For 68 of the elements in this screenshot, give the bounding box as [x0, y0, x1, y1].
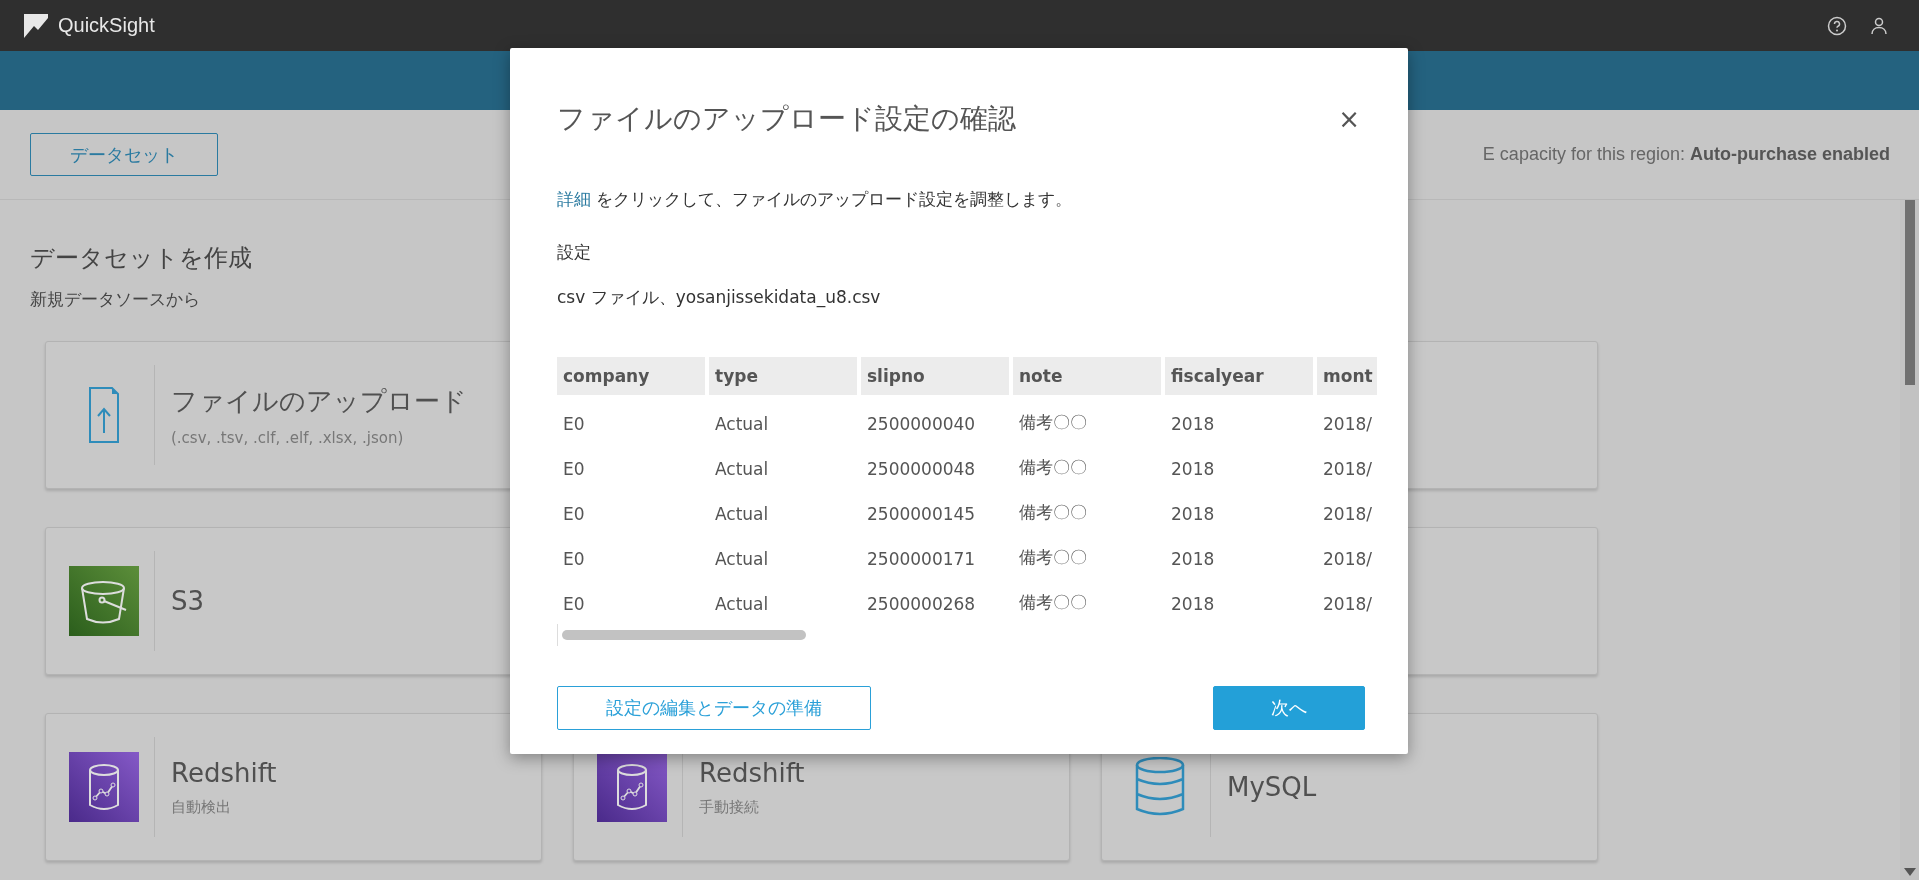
- table-cell-text: Actual: [714, 548, 770, 571]
- column-header: company: [557, 357, 705, 395]
- table-cell-text: 備考〇〇: [1018, 411, 1088, 434]
- table-cell-text: 2018: [1170, 503, 1216, 526]
- table-cell-text: Actual: [714, 503, 770, 526]
- file-upload-icon: [89, 387, 119, 443]
- table-cell-text: E0: [562, 548, 586, 571]
- source-title: Redshift: [699, 757, 805, 788]
- column-header: note: [1013, 357, 1161, 395]
- table-cell-text: 備考〇〇: [1018, 546, 1088, 569]
- table-cell-text: 2018/: [1322, 413, 1373, 436]
- source-title: ファイルのアップロード: [171, 384, 467, 418]
- dataset-button[interactable]: データセット: [30, 133, 218, 176]
- table-cell-text: E0: [562, 593, 586, 616]
- details-link[interactable]: 詳細: [557, 189, 591, 209]
- instruction-text: 詳細 をクリックして、ファイルのアップロード設定を調整します。: [557, 188, 1074, 211]
- page-subheading: 新規データソースから: [30, 288, 200, 311]
- dialog-title: ファイルのアップロード設定の確認: [557, 101, 1016, 137]
- table-cell-text: 備考〇〇: [1018, 591, 1088, 614]
- page-heading: データセットを作成: [30, 243, 252, 274]
- app-title: QuickSight: [58, 14, 155, 37]
- table-cell-text: Actual: [714, 458, 770, 481]
- table-cell-text: 2500000268: [866, 593, 977, 616]
- table-cell-text: Actual: [714, 413, 770, 436]
- table-cell-text: 2018: [1170, 458, 1216, 481]
- table-cell-text: 2018: [1170, 593, 1216, 616]
- source-subtitle: 自動検出: [171, 797, 232, 817]
- next-button[interactable]: 次へ: [1213, 686, 1365, 730]
- table-cell-text: Actual: [714, 593, 770, 616]
- column-header: mont: [1317, 357, 1377, 395]
- bucket-icon: [69, 566, 139, 636]
- settings-value: csv ファイル、yosanjissekidata_u8.csv: [557, 286, 882, 309]
- database-chart-icon: [69, 752, 139, 822]
- table-cell-text: 備考〇〇: [1018, 501, 1088, 524]
- column-header: fiscalyear: [1165, 357, 1313, 395]
- table-cell-text: 2018/: [1322, 593, 1373, 616]
- table-cell-text: 2018: [1170, 548, 1216, 571]
- edit-settings-button[interactable]: 設定の編集とデータの準備: [557, 686, 871, 730]
- database-chart-icon: [597, 752, 667, 822]
- scroll-down-arrow-icon[interactable]: [1904, 868, 1916, 876]
- source-card[interactable]: Redshift 自動検出: [45, 713, 542, 861]
- database-icon: [1135, 757, 1185, 817]
- table-cell-text: E0: [562, 413, 586, 436]
- table-cell-text: 2500000048: [866, 458, 977, 481]
- column-header: slipno: [861, 357, 1009, 395]
- table-cell-text: 2500000040: [866, 413, 977, 436]
- table-cell-text: 2500000145: [866, 503, 977, 526]
- table-cell-text: E0: [562, 503, 586, 526]
- source-title: S3: [171, 586, 205, 616]
- settings-label: 設定: [557, 241, 592, 264]
- source-title: MySQL: [1227, 772, 1317, 802]
- scrollbar-thumb[interactable]: [562, 630, 806, 640]
- table-cell-text: 2018/: [1322, 503, 1373, 526]
- source-title: Redshift: [171, 757, 277, 788]
- help-icon[interactable]: [1827, 15, 1847, 36]
- table-cell-text: 備考〇〇: [1018, 456, 1088, 479]
- column-header: type: [709, 357, 857, 395]
- capacity-note: E capacity for this region: Auto-purchase enabled: [1482, 144, 1890, 165]
- table-cell-text: E0: [562, 458, 586, 481]
- source-subtitle: 手動接続: [699, 797, 760, 817]
- scrollbar-thumb[interactable]: [1905, 200, 1915, 385]
- table-cell-text: 2018: [1170, 413, 1216, 436]
- table-cell-text: 2018/: [1322, 548, 1373, 571]
- table-cell-text: 2018/: [1322, 458, 1373, 481]
- source-subtitle: (.csv, .tsv, .clf, .elf, .xlsx, .json): [171, 428, 405, 447]
- close-button[interactable]: ×: [1330, 104, 1368, 134]
- table-cell-text: 2500000171: [866, 548, 977, 571]
- user-icon[interactable]: [1869, 15, 1889, 36]
